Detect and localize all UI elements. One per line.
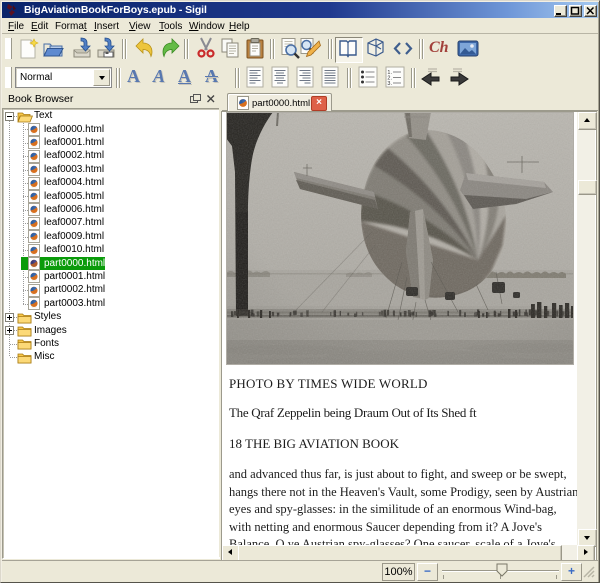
svg-text:3.: 3. (387, 81, 392, 87)
